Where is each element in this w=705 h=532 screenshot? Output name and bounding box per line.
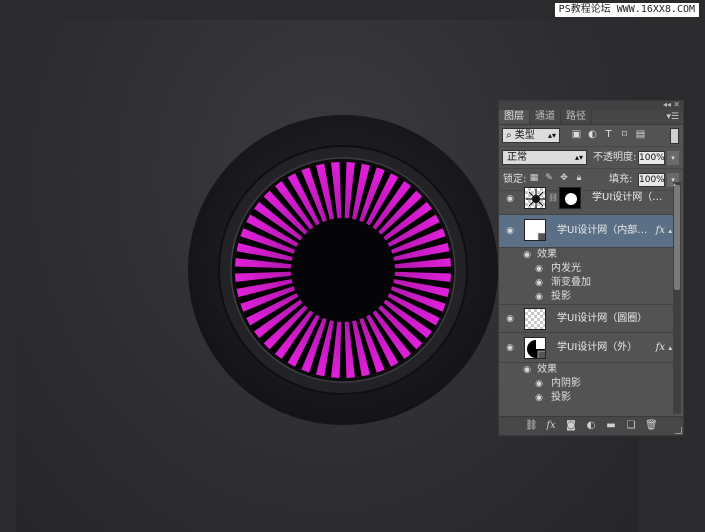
effects-group: ◉ 效果 [499, 248, 673, 262]
add-mask-icon[interactable]: ◙ [565, 420, 577, 432]
chevron-down-icon: ▴▾ [547, 131, 556, 140]
link-layers-icon[interactable]: ⛓︎ [525, 420, 538, 432]
layer-thumbnail [524, 337, 546, 359]
blend-mode-select[interactable]: 正常 ▴▾ [502, 150, 587, 165]
layer-name[interactable]: 学UI设计网（… [592, 192, 662, 204]
effects-group: ◉ 效果 [499, 363, 673, 377]
smart-object-filter-icon[interactable]: ▤ [635, 129, 646, 140]
visibility-eye-icon[interactable]: ◉ [504, 226, 516, 236]
tab-paths[interactable]: 路径 [561, 110, 592, 124]
layer-thumbnail [524, 308, 546, 330]
image-filter-icon[interactable]: ▣ [571, 129, 582, 140]
visibility-eye-icon[interactable]: ◉ [533, 393, 545, 403]
resize-grip-icon[interactable] [675, 427, 682, 434]
layer-name[interactable]: 学UI设计网（内部… [557, 225, 647, 237]
adjustment-layer-icon[interactable]: ◐ [585, 420, 597, 432]
effect-label: 投影 [551, 392, 571, 403]
effect-item[interactable]: ◉ 投影 [499, 391, 673, 405]
effect-label: 内阴影 [551, 378, 581, 389]
type-filter-icon[interactable]: T [603, 129, 614, 140]
effect-label: 渐变叠加 [551, 277, 591, 288]
new-layer-icon[interactable]: ❏ [625, 420, 637, 432]
blend-row: 正常 ▴▾ 不透明度: 100% ▾ [499, 147, 683, 169]
panel-bottom-icons: ⛓︎ fx ◙ ◐ ▬ ❏ 🗑︎ [525, 420, 658, 432]
effect-item[interactable]: ◉ 内发光 [499, 262, 673, 276]
trash-icon[interactable]: 🗑︎ [645, 420, 658, 432]
visibility-eye-icon[interactable]: ◉ [533, 278, 545, 288]
effect-item[interactable]: ◉ 内阴影 [499, 377, 673, 391]
rays-thumbnail-icon [526, 189, 545, 208]
effect-item[interactable]: ◉ 投影 [499, 290, 673, 305]
visibility-eye-icon[interactable]: ◉ [533, 264, 545, 274]
chevron-up-icon[interactable]: ▴ [668, 344, 672, 352]
layer-row[interactable]: ◉ 学UI设计网（外） fx ▴ [499, 333, 673, 363]
blend-mode-value: 正常 [507, 152, 527, 163]
visibility-eye-icon[interactable]: ◉ [533, 292, 545, 302]
effect-item[interactable]: ◉ 渐变叠加 [499, 276, 673, 290]
white-disc-thumbnail-icon [525, 220, 545, 240]
close-icon[interactable]: ✕ [673, 100, 680, 109]
layer-mask-thumbnail[interactable] [559, 187, 581, 209]
chevron-up-icon[interactable]: ▴ [668, 227, 672, 235]
layer-name[interactable]: 学UI设计网（圆圈） [557, 313, 647, 325]
layer-thumbnail [524, 219, 546, 241]
panel-title-bar[interactable]: ◂◂ ✕ [499, 100, 683, 110]
effect-label: 内发光 [551, 263, 581, 274]
layer-row-selected[interactable]: ◉ 学UI设计网（内部… fx ▴ [499, 215, 673, 248]
panel-menu-icon[interactable]: ▾☰ [666, 110, 679, 124]
fx-icon[interactable]: fx [656, 225, 665, 237]
layer-name[interactable]: 学UI设计网（外） [557, 342, 637, 354]
add-style-icon[interactable]: fx [545, 420, 557, 432]
scroll-thumb[interactable] [674, 185, 680, 290]
chain-link-icon[interactable]: ⛓︎ [548, 193, 558, 202]
opacity-label: 不透明度: [593, 152, 637, 163]
tab-layers[interactable]: 图层 [499, 110, 530, 124]
chevron-down-icon: ▴▾ [574, 153, 583, 162]
panel-tabs: 图层 通道 路径 ▾☰ [499, 110, 683, 125]
filter-label: 类型 [514, 130, 535, 141]
shape-filter-icon[interactable]: ⌑ [619, 129, 630, 140]
layers-panel: ◂◂ ✕ 图层 通道 路径 ▾☰ ⌕ 类型 ▴▾ ▣ ◐ T ⌑ ▤ 正常 ▴▾… [498, 100, 684, 436]
layer-filter-select[interactable]: ⌕ 类型 ▴▾ [502, 128, 560, 143]
opacity-slider-toggle[interactable]: ▾ [667, 151, 679, 165]
visibility-eye-icon[interactable]: ◉ [533, 379, 545, 389]
filter-icons: ▣ ◐ T ⌑ ▤ [571, 129, 646, 140]
eye-artwork [188, 115, 498, 425]
opacity-input[interactable]: 100% [638, 151, 665, 165]
visibility-eye-icon[interactable]: ◉ [504, 194, 516, 204]
layer-list: ◉ ⛓︎ 学UI设计网（… ◉ 学UI设计网（内部… fx ▴ ◉ 效果 ◉ 内… [499, 182, 673, 414]
effects-label: 效果 [537, 249, 557, 260]
collapse-icon[interactable]: ◂◂ [663, 100, 671, 109]
effects-label: 效果 [537, 364, 557, 375]
layer-scrollbar[interactable]: ▴ [673, 181, 681, 414]
fx-icon[interactable]: fx [656, 342, 665, 354]
visibility-eye-icon[interactable]: ◉ [504, 314, 516, 324]
visibility-eye-icon[interactable]: ◉ [504, 343, 516, 353]
layer-row[interactable]: ◉ 学UI设计网（圆圈） [499, 305, 673, 333]
panel-bottom-bar: ⛓︎ fx ◙ ◐ ▬ ❏ 🗑︎ [499, 416, 683, 435]
filter-toggle[interactable] [670, 128, 679, 144]
new-group-icon[interactable]: ▬ [605, 420, 617, 432]
effect-label: 投影 [551, 291, 571, 302]
tab-channels[interactable]: 通道 [530, 110, 561, 124]
black-disc-thumbnail-icon [525, 338, 545, 358]
layer-row[interactable]: ◉ ⛓︎ 学UI设计网（… [499, 182, 673, 215]
visibility-eye-icon[interactable]: ◉ [521, 250, 533, 260]
adjustment-filter-icon[interactable]: ◐ [587, 129, 598, 140]
layer-thumbnail [524, 187, 546, 209]
pupil [291, 218, 395, 322]
search-icon: ⌕ [506, 130, 515, 141]
filter-row: ⌕ 类型 ▴▾ ▣ ◐ T ⌑ ▤ [499, 125, 683, 147]
watermark: PS教程论坛 WWW.16XX8.COM [554, 3, 699, 17]
visibility-eye-icon[interactable]: ◉ [521, 365, 533, 375]
